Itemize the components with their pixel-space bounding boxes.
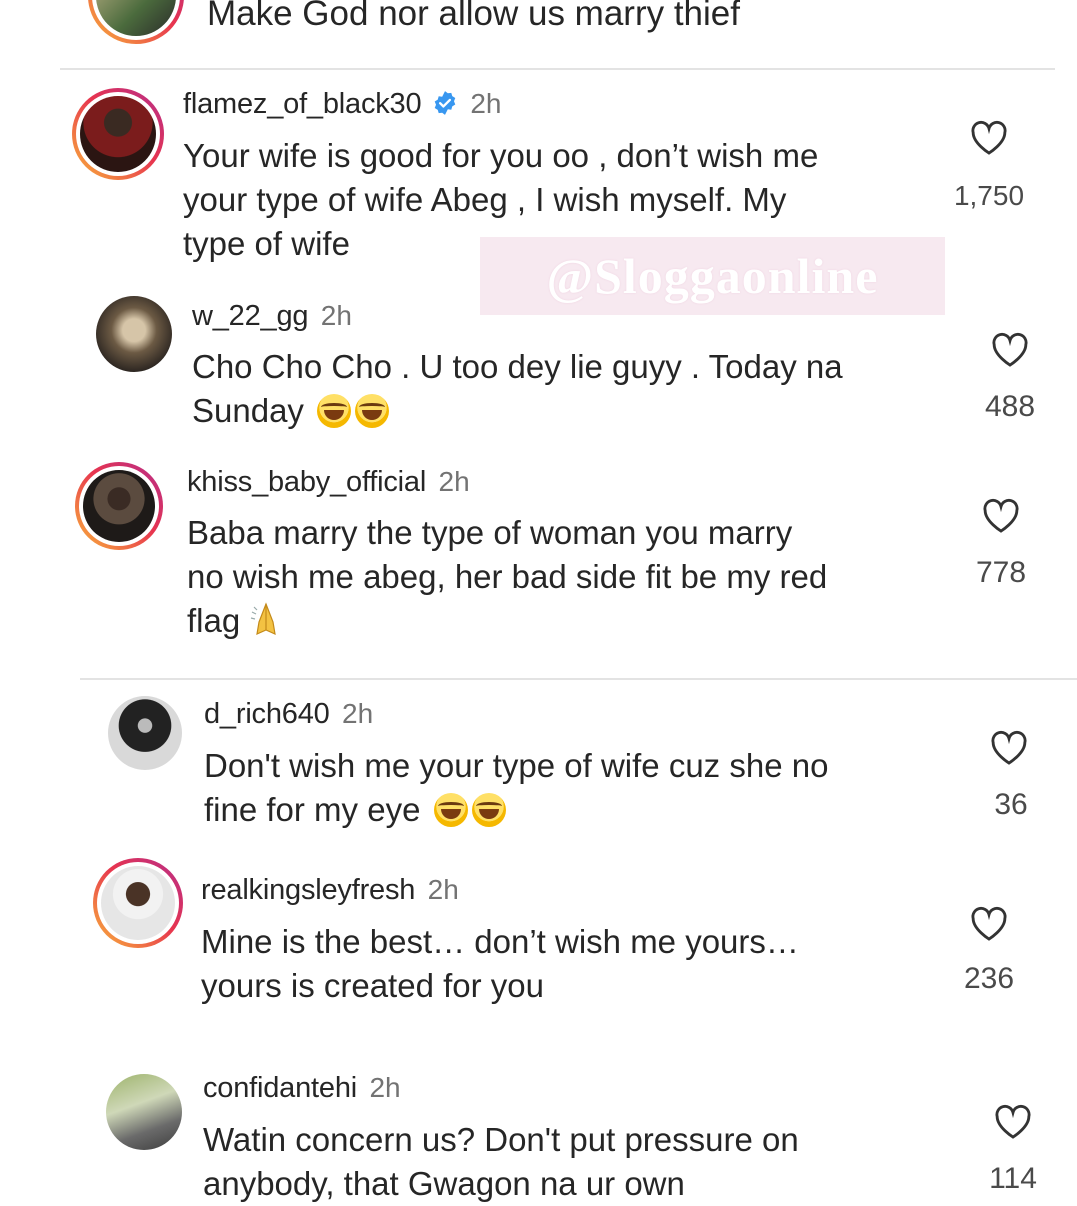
comment-header: confidantehi 2h: [203, 1072, 401, 1105]
timestamp: 2h: [427, 874, 459, 905]
comment-line: Baba marry the type of woman you marry: [187, 514, 793, 551]
watermark: @Sloggaonline: [480, 237, 945, 315]
heart-icon[interactable]: [994, 1104, 1032, 1140]
comment-text: Mine is the best… don’t wish me yours… y…: [201, 920, 799, 1008]
face-with-tears-of-joy-icon: [355, 394, 390, 428]
folded-hands-icon: [251, 602, 277, 636]
avatar[interactable]: [93, 858, 183, 948]
avatar[interactable]: [75, 462, 163, 550]
username[interactable]: realkingsleyfresh: [201, 874, 415, 906]
comment-line: your type of wife Abeg , I wish myself. …: [183, 181, 787, 218]
divider: [80, 678, 1077, 680]
heart-icon[interactable]: [990, 730, 1028, 766]
heart-icon[interactable]: [991, 332, 1029, 368]
verified-badge-icon: [434, 91, 456, 115]
timestamp: 2h: [438, 466, 470, 497]
timestamp: 2h: [470, 88, 502, 119]
comment-line: fine for my eye: [204, 791, 421, 828]
comment-header: w_22_gg 2h: [192, 300, 352, 333]
comment-header: realkingsleyfresh 2h: [201, 874, 459, 907]
heart-icon[interactable]: [970, 120, 1008, 156]
avatar[interactable]: [106, 1074, 182, 1150]
like-count: 114: [989, 1162, 1037, 1195]
comment-line: Watin concern us? Don't put pressure on: [203, 1121, 799, 1158]
like-count: 488: [984, 390, 1036, 423]
comment-text: Make God nor allow us marry thief: [207, 0, 740, 33]
avatar[interactable]: [88, 0, 184, 44]
comment-line: no wish me abeg, her bad side fit be my …: [187, 558, 828, 595]
comment-header: flamez_of_black30 2h: [183, 88, 501, 121]
comment-header: khiss_baby_official 2h: [187, 466, 470, 499]
face-with-tears-of-joy-icon: [471, 793, 506, 827]
timestamp: 2h: [369, 1072, 401, 1103]
comment-line: Sunday: [192, 392, 304, 429]
comment-line: Your wife is good for you oo , don’t wis…: [183, 137, 819, 174]
comment-line: flag: [187, 602, 241, 639]
comment-text: Don't wish me your type of wife cuz she …: [204, 744, 828, 832]
like-count: 36: [994, 788, 1028, 821]
avatar[interactable]: [108, 696, 182, 770]
timestamp: 2h: [320, 300, 352, 331]
username[interactable]: w_22_gg: [192, 300, 309, 332]
avatar[interactable]: [72, 88, 164, 180]
comment-line: Mine is the best… don’t wish me yours…: [201, 923, 799, 960]
comment-line: yours is created for you: [201, 967, 544, 1004]
comment-line: Don't wish me your type of wife cuz she …: [204, 747, 829, 784]
comment-line: Cho Cho Cho . U too dey lie guyy . Today…: [192, 348, 843, 385]
username[interactable]: flamez_of_black30: [183, 88, 422, 120]
like-count: 1,750: [953, 180, 1025, 211]
comment-text: Baba marry the type of woman you marry n…: [187, 511, 827, 643]
comment-text: Watin concern us? Don't put pressure on …: [203, 1118, 799, 1206]
comment-line: anybody, that Gwagon na ur own: [203, 1165, 685, 1202]
face-with-tears-of-joy-icon: [433, 793, 468, 827]
divider: [60, 68, 1055, 70]
timestamp: 2h: [342, 698, 374, 729]
username[interactable]: confidantehi: [203, 1072, 357, 1104]
face-with-tears-of-joy-icon: [317, 394, 352, 428]
username[interactable]: khiss_baby_official: [187, 466, 426, 498]
comment-header: d_rich640 2h: [204, 698, 373, 731]
like-count: 778: [975, 556, 1027, 589]
heart-icon[interactable]: [982, 498, 1020, 534]
like-count: 236: [963, 962, 1015, 995]
username[interactable]: d_rich640: [204, 698, 330, 730]
comment-text: Cho Cho Cho . U too dey lie guyy . Today…: [192, 345, 843, 433]
avatar[interactable]: [96, 296, 172, 372]
heart-icon[interactable]: [970, 906, 1008, 942]
